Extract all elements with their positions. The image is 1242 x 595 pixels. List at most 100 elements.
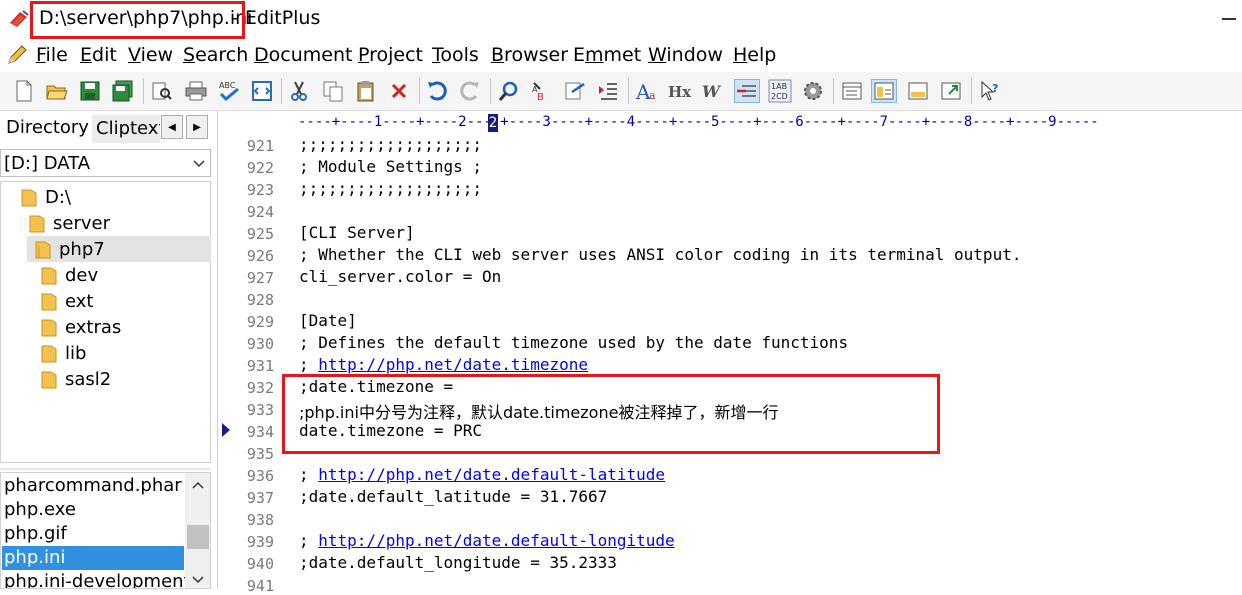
list-item[interactable]: php.exe [2,498,184,522]
menu-help[interactable]: Help [733,44,776,66]
settings-icon[interactable] [801,79,825,103]
code-link[interactable]: http://php.net/date.default-latitude [318,465,665,484]
menu-browser[interactable]: Browser [491,44,568,66]
menu-project[interactable]: Project [358,44,423,66]
tree-item-label: lib [65,342,87,364]
tree-item-label: extras [65,316,122,338]
code-line[interactable]: ; http://php.net/date.timezone [299,355,588,374]
browser-preview-icon[interactable] [250,79,274,103]
panel-splitter[interactable] [0,468,211,470]
chevron-down-icon[interactable] [192,576,204,584]
menu-edit[interactable]: Edit [80,44,117,66]
line-number: 940 [246,555,274,573]
code-line[interactable]: [CLI Server] [299,223,415,242]
new-file-icon[interactable] [12,79,36,103]
line-number: 924 [246,203,274,221]
code-line[interactable]: ; http://php.net/date.default-latitude [299,465,665,484]
undo-icon[interactable] [425,79,449,103]
line-number-icon[interactable] [734,79,760,103]
menu-document[interactable]: Document [254,44,352,66]
font-icon[interactable]: Aa [635,79,659,103]
go-to-icon[interactable] [563,79,587,103]
menu-view[interactable]: View [128,44,173,66]
replace-icon[interactable]: BA [530,79,554,103]
chevron-up-icon[interactable] [192,481,204,489]
tree-item-php7[interactable]: php7 [35,236,105,262]
full-screen-icon[interactable] [939,79,963,103]
line-number: 932 [246,379,274,397]
list-item-selected[interactable]: php.ini [2,546,184,570]
redo-icon[interactable] [458,79,482,103]
tab-scroll-left-button[interactable]: ◀ [161,115,183,139]
menu-emmet[interactable]: Emmet [573,44,641,66]
list-item[interactable]: php.ini-development [2,570,191,588]
svg-text:ABC: ABC [219,81,236,90]
code-link[interactable]: http://php.net/date.default-longitude [318,531,674,550]
find-icon[interactable] [497,79,521,103]
cliptext-window-icon[interactable] [871,79,897,103]
cut-icon[interactable] [287,79,311,103]
directory-window-icon[interactable] [840,79,864,103]
editor-pane[interactable]: ----+----1----+----2----+----3----+----4… [217,111,1242,595]
code-line[interactable]: ; Defines the default timezone used by t… [299,333,848,352]
print-icon[interactable] [184,79,208,103]
minimize-icon[interactable] [1222,18,1236,20]
hex-icon[interactable]: Hx [668,79,692,103]
spell-check-icon[interactable]: ABC [217,79,241,103]
tree-item-dev[interactable]: dev [41,262,98,288]
help-icon[interactable]: ? [978,79,1002,103]
menu-file-rest: ile [45,44,68,66]
code-line[interactable]: ;date.default_latitude = 31.7667 [299,487,607,506]
list-item[interactable]: pharcommand.phar [2,474,184,498]
delete-icon[interactable] [387,79,411,103]
tab-scroll-right-button[interactable]: ▶ [186,115,208,139]
toolbar-separator [971,78,972,104]
tree-item-sasl2[interactable]: sasl2 [41,366,111,392]
line-number: 939 [246,533,274,551]
open-file-icon[interactable] [45,79,69,103]
tab-directory[interactable]: Directory [2,113,90,143]
output-window-icon[interactable] [906,79,930,103]
code-line[interactable]: ; Module Settings ; [299,157,482,176]
code-link[interactable]: http://php.net/date.timezone [318,355,588,374]
drive-select[interactable]: [D:] DATA [0,149,211,177]
menu-file[interactable]: File [36,44,68,66]
code-line[interactable]: ;date.default_longitude = 35.2333 [299,553,617,572]
code-line[interactable]: ; Whether the CLI web server uses ANSI c… [299,245,1021,264]
code-text: ; [299,465,319,484]
tab-cliptext[interactable]: Cliptext [92,115,160,143]
code-line[interactable]: [Date] [299,311,357,330]
file-list-scrollbar[interactable] [185,473,210,588]
tree-item-lib[interactable]: lib [41,340,86,366]
code-line[interactable]: ;;;;;;;;;;;;;;;;;;; [299,179,482,198]
indent-icon[interactable] [596,79,620,103]
line-number: 941 [246,577,274,595]
save-all-icon[interactable] [111,79,135,103]
menu-search[interactable]: Search [183,44,248,66]
ruler-icon[interactable]: 1AB 2CD [768,79,792,103]
toolbar: ABC BA Aa Hx W 1AB 2CD ? [0,72,1242,111]
save-icon[interactable] [78,79,102,103]
toolbar-separator [833,78,834,104]
paste-icon[interactable] [354,79,378,103]
copy-icon[interactable] [321,79,345,103]
list-item[interactable]: php.gif [2,522,184,546]
menu-tools[interactable]: Tools [432,44,479,66]
code-line[interactable]: ;;;;;;;;;;;;;;;;;;; [299,135,482,154]
tree-item-extras[interactable]: extras [41,314,121,340]
code-line[interactable]: cli_server.color = On [299,267,501,286]
scrollbar-thumb[interactable] [187,525,209,549]
code-line[interactable]: ; http://php.net/date.default-longitude [299,531,675,550]
left-panel: Directory Cliptext ◀ ▶ [D:] DATA D:\ ser… [0,111,216,589]
svg-text:?: ? [992,82,998,95]
print-preview-icon[interactable] [150,79,174,103]
menu-window[interactable]: Window [648,44,723,66]
column-ruler: ----+----1----+----2----+----3----+----4… [298,114,1099,130]
tree-item-ext[interactable]: ext [41,288,93,314]
word-wrap-icon[interactable]: W [701,79,725,103]
tree-item-drive[interactable]: D:\ [21,184,71,210]
svg-text:a: a [649,89,656,102]
window-title-app: - EditPlus [232,7,321,29]
tree-item-server[interactable]: server [29,210,110,236]
toolbar-separator [628,78,629,104]
